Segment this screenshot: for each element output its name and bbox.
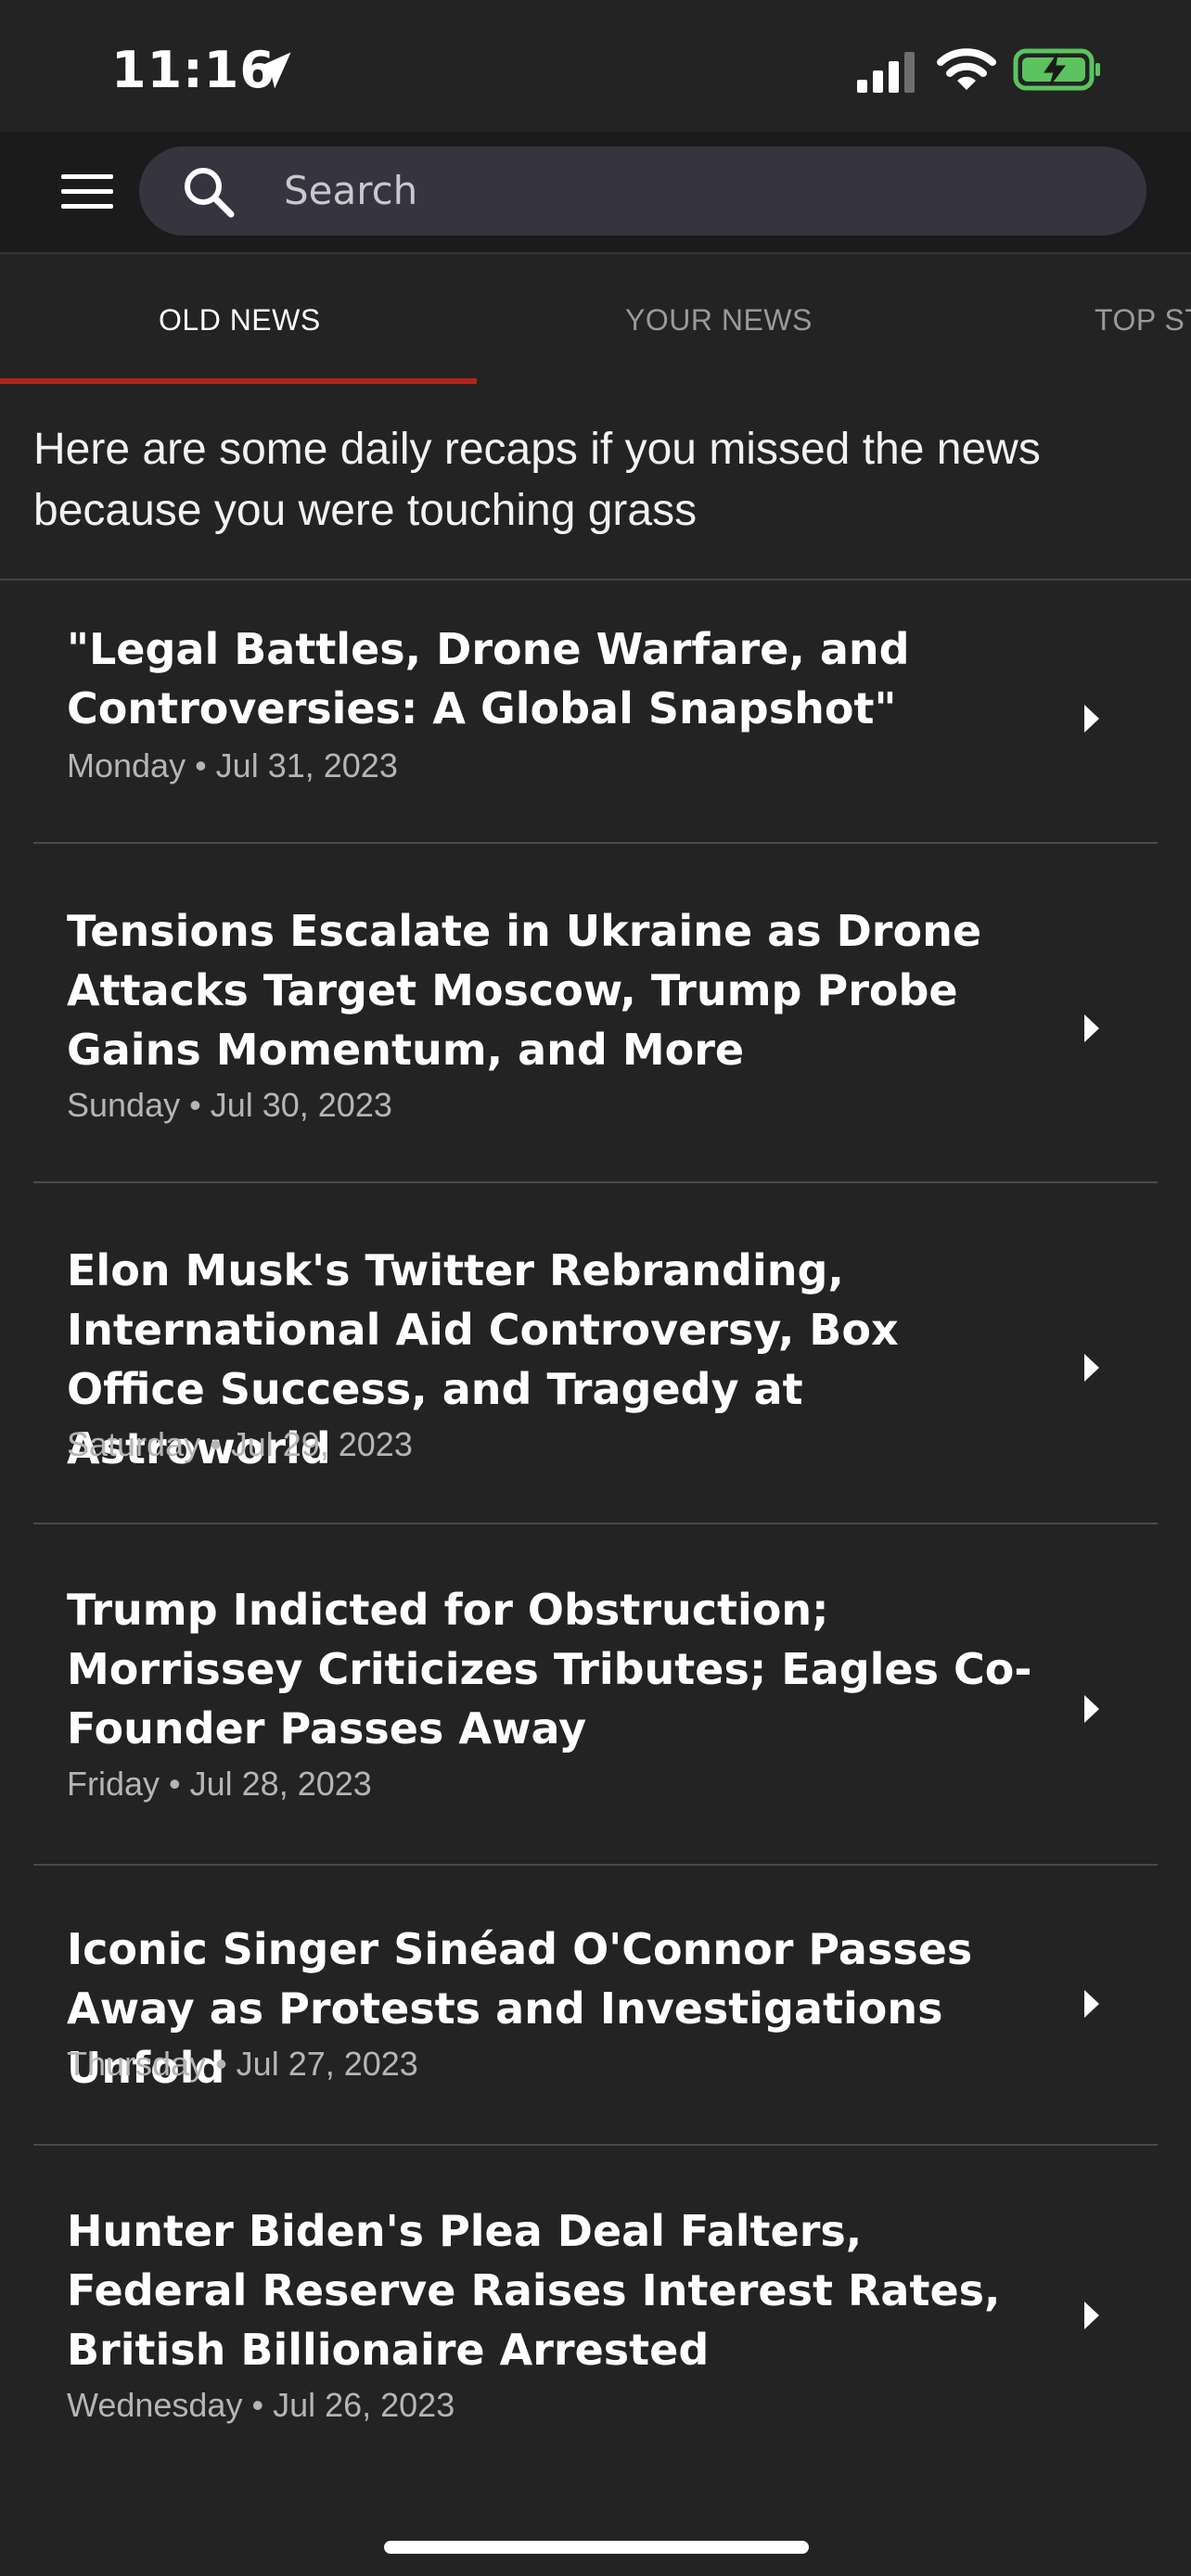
cellular-signal-icon [857,52,915,93]
chevron-right-icon [1084,2302,1099,2329]
recap-date: Thursday • Jul 27, 2023 [67,2045,418,2083]
recap-date: Monday • Jul 31, 2023 [67,746,398,784]
recap-date: Saturday • Jul 29, 2023 [67,1425,413,1463]
intro-text: Here are some daily recaps if you missed… [33,425,1041,535]
search-icon [185,168,235,218]
home-indicator[interactable] [384,2541,809,2554]
chevron-right-icon [1084,1990,1099,2018]
recap-title: Trump Indicted for Obstruction; Morrisse… [67,1585,1032,1753]
chevron-right-icon [1084,1354,1099,1382]
recap-item[interactable]: Hunter Biden's Plea Deal Falters, Federa… [0,2146,1191,2452]
tab-your-news[interactable]: YOUR NEWS [625,254,813,386]
recap-date: Wednesday • Jul 26, 2023 [67,2386,455,2424]
recap-title: Tensions Escalate in Ukraine as Drone At… [67,906,982,1075]
recap-item[interactable]: Elon Musk's Twitter Rebranding, Internat… [0,1183,1191,1524]
chevron-right-icon [1084,1014,1099,1042]
search-header: Search [0,132,1191,254]
recap-date: Friday • Jul 28, 2023 [67,1765,372,1803]
hamburger-menu-icon[interactable] [61,172,113,211]
recap-item[interactable]: Tensions Escalate in Ukraine as Drone At… [0,844,1191,1183]
status-bar: 11:16 [0,0,1191,132]
location-arrow-icon [254,52,291,89]
recap-item[interactable]: Trump Indicted for Obstruction; Morrisse… [0,1524,1191,1866]
wifi-icon [937,48,996,90]
recap-item[interactable]: "Legal Battles, Drone Warfare, and Contr… [0,580,1191,844]
recap-item[interactable]: Iconic Singer Sinéad O'Connor Passes Awa… [0,1866,1191,2146]
battery-charging-icon [1013,48,1100,91]
chevron-right-icon [1084,1695,1099,1723]
search-input[interactable]: Search [139,147,1146,236]
active-tab-indicator [0,378,477,384]
tab-bar: OLD NEWS YOUR NEWS TOP ST [0,254,1191,386]
chevron-right-icon [1084,705,1099,733]
recap-title: "Legal Battles, Drone Warfare, and Contr… [67,624,910,733]
recap-date: Sunday • Jul 30, 2023 [67,1086,392,1124]
tab-top-stories[interactable]: TOP ST [1095,254,1191,386]
search-placeholder: Search [284,168,418,213]
recap-title: Hunter Biden's Plea Deal Falters, Federa… [67,2206,1001,2375]
tab-old-news[interactable]: OLD NEWS [159,254,321,386]
